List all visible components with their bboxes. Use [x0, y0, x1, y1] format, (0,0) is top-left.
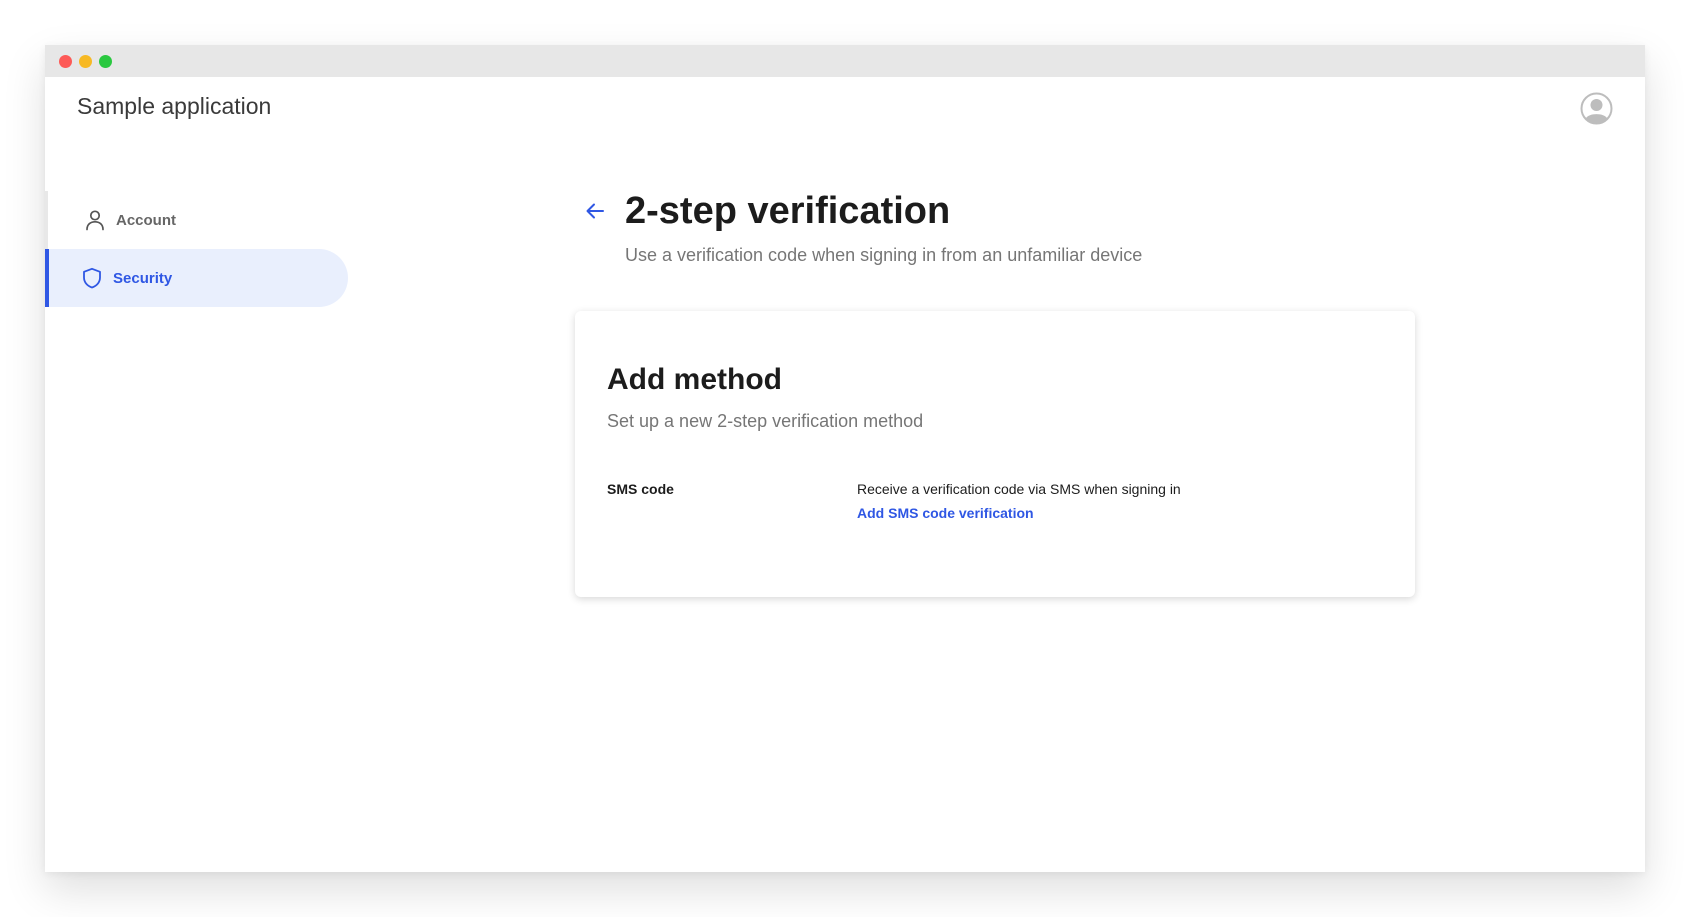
method-description: Receive a verification code via SMS when…	[857, 481, 1181, 497]
shield-icon	[81, 267, 103, 289]
sidebar-item-label: Account	[116, 211, 176, 229]
window-titlebar	[45, 45, 1645, 77]
sidebar-item-account[interactable]: Account	[45, 191, 348, 249]
add-sms-verification-link[interactable]: Add SMS code verification	[857, 505, 1034, 521]
user-avatar-icon[interactable]	[1580, 92, 1613, 125]
person-icon	[84, 209, 106, 231]
app-title: Sample application	[77, 93, 272, 119]
add-method-card: Add method Set up a new 2-step verificat…	[575, 311, 1415, 597]
sidebar-item-label: Security	[113, 269, 173, 287]
card-title: Add method	[607, 363, 782, 396]
page-subtitle: Use a verification code when signing in …	[625, 245, 1143, 265]
minimize-window-button[interactable]	[79, 55, 92, 68]
sidebar-item-security[interactable]: Security	[45, 249, 348, 307]
card-subtitle: Set up a new 2-step verification method	[607, 411, 924, 431]
back-arrow-icon[interactable]	[583, 199, 607, 223]
browser-window: Sample application Account Security 2-st…	[45, 45, 1645, 872]
method-name: SMS code	[607, 481, 674, 497]
close-window-button[interactable]	[59, 55, 72, 68]
page-title: 2-step verification	[625, 190, 951, 232]
maximize-window-button[interactable]	[99, 55, 112, 68]
